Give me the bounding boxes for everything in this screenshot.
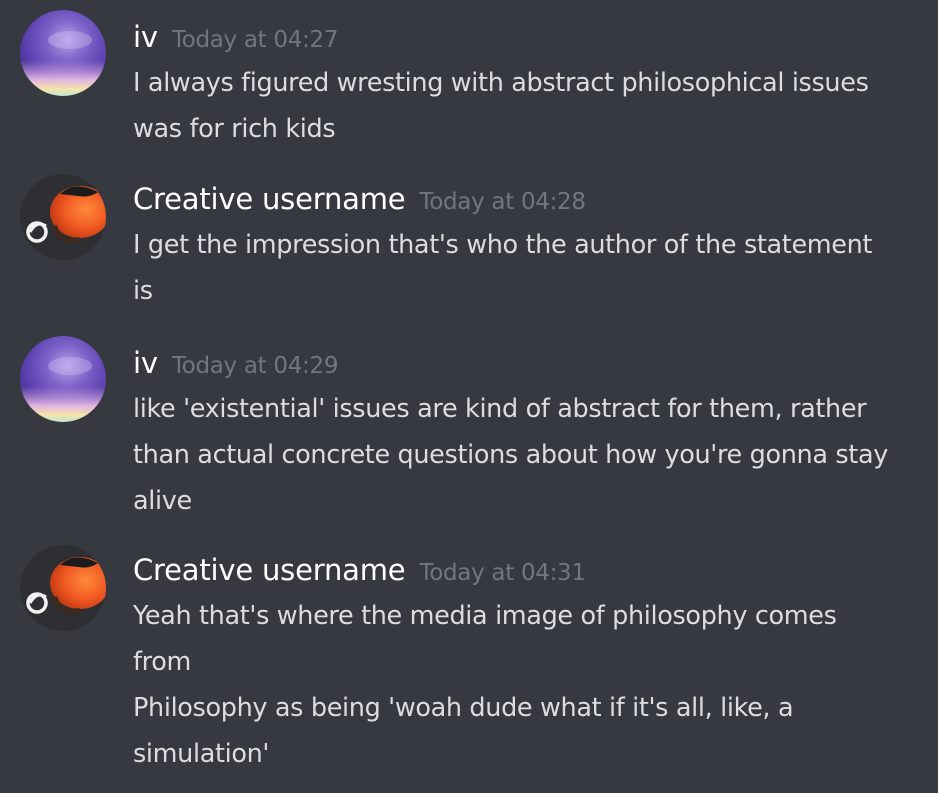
message-header: Creative username Today at 04:28 [133,182,930,222]
purple-sky-avatar-icon [20,336,106,422]
message-content: Creative username Today at 04:28 I get t… [133,182,930,314]
message-content: iv Today at 04:29 like 'existential' iss… [133,346,930,524]
message-header: iv Today at 04:29 [133,346,930,386]
timestamp: Today at 04:27 [171,27,339,53]
message-text-line: Philosophy as being 'woah dude what if i… [133,693,794,723]
message-text-line: was for rich kids [133,114,336,144]
user-avatar[interactable] [20,10,106,96]
timestamp: Today at 04:28 [419,189,586,215]
message-text-line: simulation' [133,739,270,769]
timestamp: Today at 04:31 [419,560,586,586]
username[interactable]: iv [133,346,158,380]
message-header: Creative username Today at 04:31 [133,553,930,593]
message-content: iv Today at 04:27 I always figured wrest… [133,20,930,152]
message-text-line: Yeah that's where the media image of phi… [133,601,837,631]
message-header: iv Today at 04:27 [133,20,930,60]
username[interactable]: iv [133,20,158,54]
purple-sky-avatar-icon [20,10,106,96]
username[interactable]: Creative username [133,553,406,587]
user-avatar[interactable] [20,174,106,260]
message-text-line: I get the impression that's who the auth… [133,230,873,260]
message-text-line: I always figured wresting with abstract … [133,68,869,98]
user-avatar[interactable] [20,336,106,422]
message-content: Creative username Today at 04:31 Yeah th… [133,553,930,777]
timestamp: Today at 04:29 [171,353,339,379]
message-text-line: than actual concrete questions about how… [133,440,888,470]
orange-bird-avatar-icon [20,174,106,260]
message-text-line: like 'existential' issues are kind of ab… [133,394,867,424]
message-text-line: alive [133,486,192,516]
message-text-line: is [133,276,153,306]
orange-bird-avatar-icon [20,545,106,631]
user-avatar[interactable] [20,545,106,631]
message-text-line: from [133,647,191,677]
username[interactable]: Creative username [133,182,406,216]
